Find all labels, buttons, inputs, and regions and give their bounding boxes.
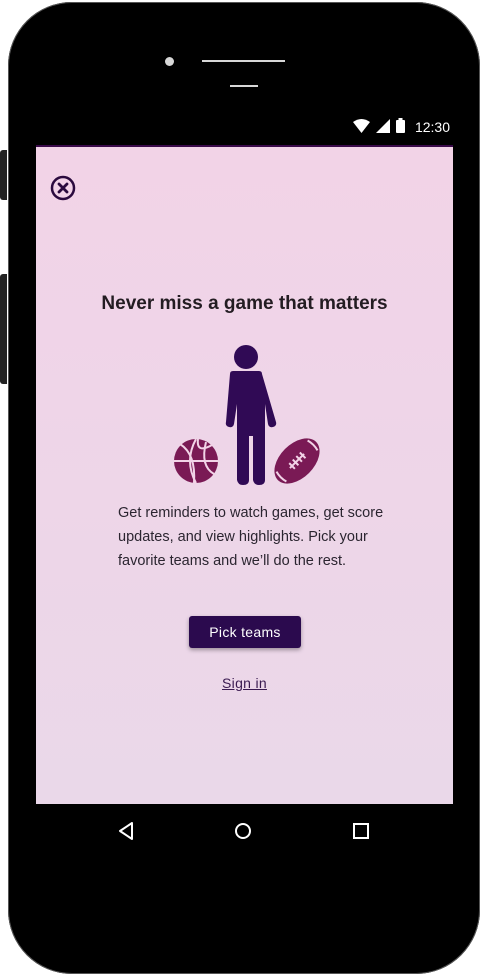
basketball-icon <box>174 438 218 484</box>
front-camera <box>165 57 174 66</box>
status-time: 12:30 <box>414 119 450 135</box>
navigation-bar <box>36 806 453 856</box>
earpiece-speaker <box>202 60 285 62</box>
pick-teams-button[interactable]: Pick teams <box>189 616 301 648</box>
person-icon <box>225 345 277 485</box>
sensor-line <box>230 85 258 87</box>
football-icon <box>274 438 320 484</box>
description-text: Get reminders to watch games, get score … <box>118 505 384 569</box>
page-title: Never miss a game that matters <box>101 293 388 314</box>
status-bar: 12:30 <box>340 116 450 138</box>
onboarding-screen: Never miss a game that matters Get remin… <box>36 145 453 804</box>
power-button <box>0 274 7 384</box>
battery-icon <box>395 118 405 136</box>
close-circle-icon[interactable] <box>50 175 76 201</box>
back-icon[interactable] <box>114 818 140 844</box>
home-icon[interactable] <box>230 818 256 844</box>
wifi-icon <box>352 118 370 136</box>
illustration <box>170 344 320 486</box>
recents-icon[interactable] <box>348 818 374 844</box>
cell-signal-icon <box>375 118 390 136</box>
volume-button <box>0 150 7 200</box>
sign-in-link[interactable]: Sign in <box>36 675 453 691</box>
